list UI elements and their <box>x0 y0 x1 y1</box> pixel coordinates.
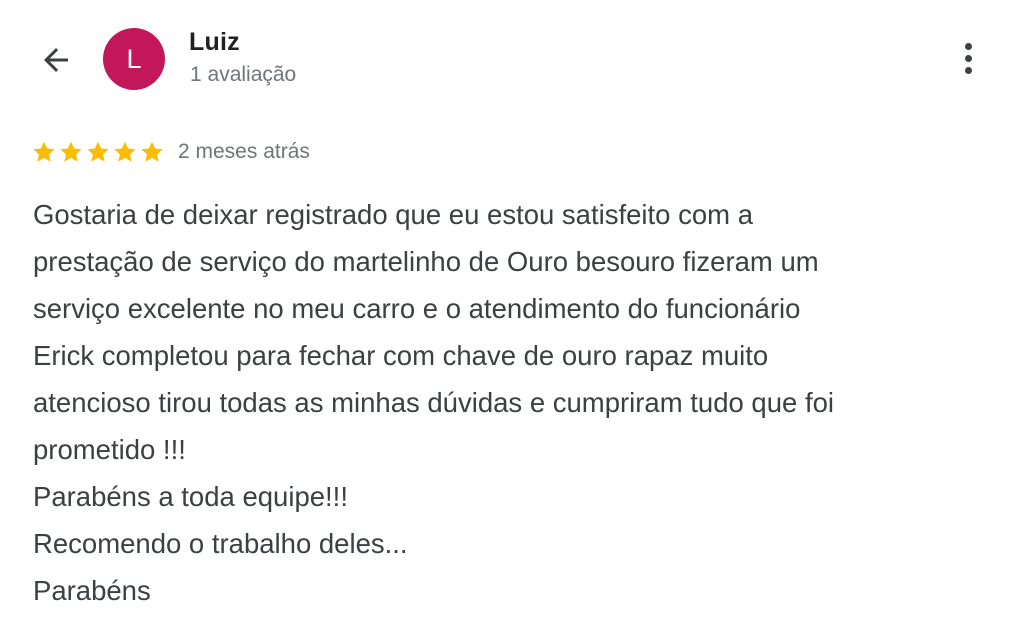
star-rating <box>31 139 165 165</box>
review-text-line: serviço excelente no meu carro e o atend… <box>33 293 801 324</box>
star-icon <box>60 141 82 162</box>
review-text-line: Gostaria de deixar registrado que eu est… <box>33 199 753 230</box>
reviewer-name[interactable]: Luiz <box>189 28 240 57</box>
review-text-line: Parabéns a toda equipe!!! <box>33 481 348 512</box>
rating-row: 2 meses atrás <box>31 137 310 167</box>
review-text-line: prometido !!! <box>33 434 186 465</box>
avatar[interactable]: L <box>103 28 165 90</box>
review-text-line: atencioso tirou todas as minhas dúvidas … <box>33 387 834 418</box>
avatar-initial: L <box>126 43 142 74</box>
review-text: Gostaria de deixar registrado que eu est… <box>33 191 993 614</box>
review-text-line: Recomendo o trabalho deles... <box>33 528 408 559</box>
review-text-line: Erick completou para fechar com chave de… <box>33 340 769 371</box>
review-date: 2 meses atrás <box>178 140 310 163</box>
more-vert-icon <box>964 42 972 50</box>
review-text-line: Parabéns <box>33 575 151 606</box>
star-icon <box>87 141 109 162</box>
star-icon <box>114 141 136 162</box>
star-icon <box>33 141 55 162</box>
review-text-line: prestação de serviço do martelinho de Ou… <box>33 246 819 277</box>
star-icon <box>141 141 163 162</box>
reviewer-review-count: 1 avaliação <box>190 63 297 86</box>
arrow-left-icon <box>44 48 68 72</box>
more-options-button[interactable] <box>948 36 988 80</box>
back-button[interactable] <box>28 36 84 84</box>
